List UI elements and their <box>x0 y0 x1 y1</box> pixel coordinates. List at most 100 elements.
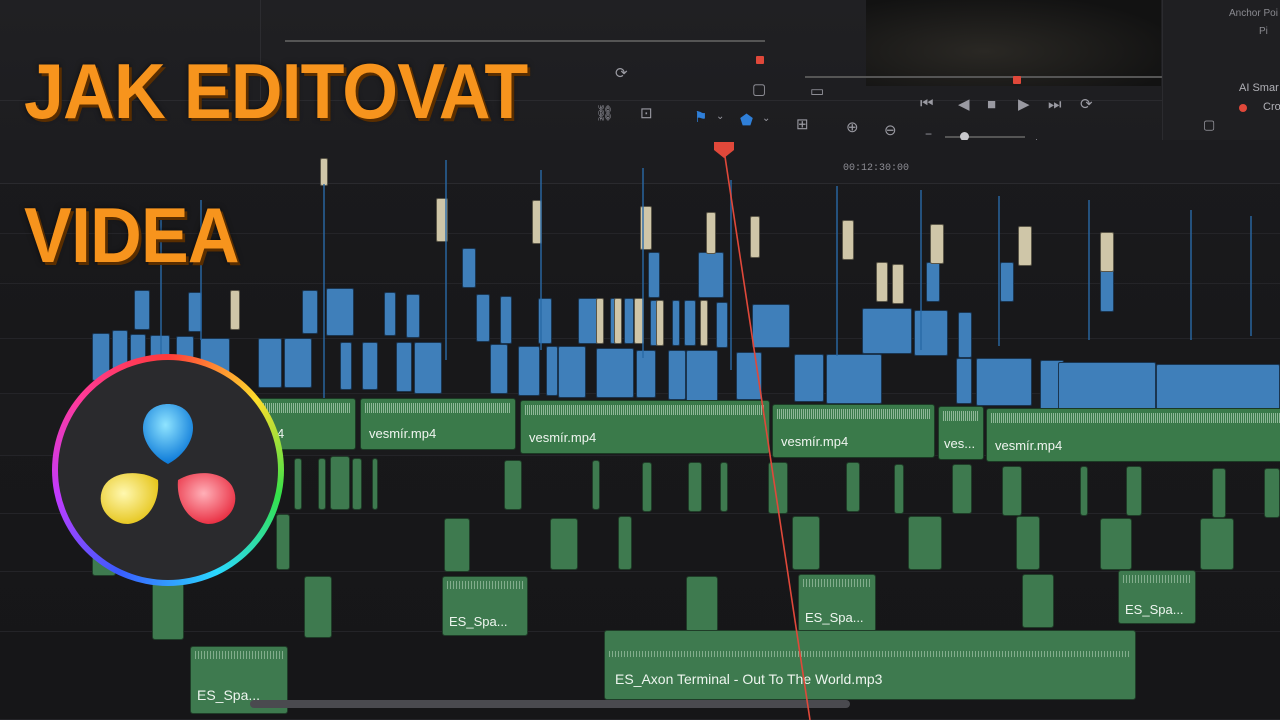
overlay-video-clip[interactable] <box>546 346 558 396</box>
adjustment-clip[interactable] <box>1250 216 1252 336</box>
minus-icon[interactable]: − <box>925 128 932 140</box>
adjustment-clip[interactable] <box>1190 210 1192 340</box>
adjustment-clip[interactable] <box>323 184 325 420</box>
overlay-video-clip[interactable] <box>648 252 660 298</box>
overlay-video-clip[interactable] <box>862 308 912 354</box>
crop-label[interactable]: Cro <box>1263 101 1280 113</box>
overlay-video-clip[interactable] <box>500 296 512 344</box>
overlay-video-clip[interactable] <box>558 346 586 398</box>
audio-sfx-clip[interactable] <box>686 576 718 632</box>
overlay-video-clip[interactable] <box>698 252 724 298</box>
adjustment-clip[interactable] <box>920 190 922 350</box>
video-clip[interactable]: vesmír.mp4 <box>772 404 935 458</box>
title-clip[interactable] <box>230 290 240 330</box>
video-clip[interactable]: vesmír.mp4 <box>360 398 516 450</box>
audio-sfx-clip[interactable] <box>1264 468 1280 518</box>
audio-sfx-clip[interactable] <box>504 460 522 510</box>
overlay-video-clip[interactable] <box>956 358 972 404</box>
audio-sfx-clip[interactable] <box>1080 466 1088 516</box>
title-clip[interactable] <box>700 300 708 346</box>
overlay-video-clip[interactable] <box>362 342 378 390</box>
loop-icon[interactable]: ⟳ <box>615 66 628 81</box>
audio-sfx-clip[interactable] <box>642 462 652 512</box>
adjustment-clip[interactable] <box>642 168 644 358</box>
play-reverse-icon[interactable]: ◀ <box>958 97 970 112</box>
audio-sfx-clip[interactable] <box>1002 466 1022 516</box>
overlay-video-clip[interactable] <box>414 342 442 394</box>
overlay-video-clip[interactable] <box>462 248 476 288</box>
video-clip[interactable]: ves... <box>938 406 984 460</box>
skip-forward-icon[interactable]: ⏭ <box>1048 97 1062 112</box>
chevron-down-icon[interactable]: ⌄ <box>716 112 724 122</box>
audio-sfx-clip[interactable] <box>1022 574 1054 628</box>
link-icon[interactable]: ⛓ <box>595 106 614 121</box>
audio-sfx-clip[interactable] <box>1016 516 1040 570</box>
audio-sfx-clip[interactable] <box>846 462 860 512</box>
audio-sfx-clip[interactable] <box>550 518 578 570</box>
overlay-video-clip[interactable] <box>826 354 882 404</box>
overlay-video-clip[interactable] <box>578 298 598 344</box>
chevron-down-icon[interactable]: ⌄ <box>762 114 770 124</box>
stop-icon[interactable]: ■ <box>987 97 996 112</box>
audio-sfx-clip[interactable] <box>1126 466 1142 516</box>
overlay-video-clip[interactable] <box>1058 362 1156 410</box>
zoom-in-icon[interactable]: ⊕ <box>846 120 859 135</box>
audio-sfx-clip[interactable] <box>352 458 362 510</box>
audio-sfx-clip[interactable] <box>768 462 788 514</box>
overlay-video-clip[interactable] <box>284 338 312 388</box>
title-clip[interactable] <box>892 264 904 304</box>
title-clip[interactable] <box>1018 226 1032 266</box>
music-clip[interactable]: ES_Axon Terminal - Out To The World.mp3 <box>604 630 1136 700</box>
audio-sfx-clip[interactable] <box>792 516 820 570</box>
marker-icon[interactable]: ⬟ <box>740 113 753 128</box>
viewer-scrubber-left[interactable] <box>285 40 765 42</box>
overlay-video-clip[interactable] <box>926 262 940 302</box>
play-icon[interactable]: ▶ <box>1018 97 1030 112</box>
audio-clip[interactable]: ES_Spa... <box>1118 570 1196 624</box>
timeline-scrollbar[interactable] <box>250 700 850 708</box>
overlay-video-clip[interactable] <box>1156 364 1280 412</box>
overlay-video-clip[interactable] <box>686 350 718 402</box>
audio-sfx-clip[interactable] <box>372 458 378 510</box>
audio-sfx-clip[interactable] <box>1100 518 1132 570</box>
audio-sfx-clip[interactable] <box>444 518 470 572</box>
viewer-playhead-left[interactable] <box>756 56 764 64</box>
title-clip[interactable] <box>656 300 664 346</box>
title-clip[interactable] <box>876 262 888 302</box>
flag-icon[interactable]: ⚑ <box>694 110 707 125</box>
viewer-playhead-right[interactable] <box>1013 76 1021 84</box>
overlay-video-clip[interactable] <box>134 290 150 330</box>
audio-sfx-clip[interactable] <box>592 460 600 510</box>
audio-sfx-clip[interactable] <box>304 576 332 638</box>
keyframe-icon[interactable]: ▢ <box>1203 118 1215 131</box>
audio-clip[interactable]: ES_Spa... <box>798 574 876 632</box>
timeline-ruler[interactable] <box>0 140 1280 184</box>
overlay-video-clip[interactable] <box>596 348 634 398</box>
title-clip[interactable] <box>596 298 604 344</box>
overlay-video-clip[interactable] <box>1000 262 1014 302</box>
audio-sfx-clip[interactable] <box>894 464 904 514</box>
adjustment-clip[interactable] <box>998 196 1000 346</box>
overlay-video-clip[interactable] <box>794 354 824 402</box>
title-clip[interactable] <box>750 216 760 258</box>
overlay-video-clip[interactable] <box>340 342 352 390</box>
title-clip[interactable] <box>614 298 622 344</box>
zoom-fit-icon[interactable]: ⊞ <box>796 117 809 132</box>
audio-sfx-clip[interactable] <box>294 458 302 510</box>
audio-sfx-clip[interactable] <box>908 516 942 570</box>
overlay-video-clip[interactable] <box>476 294 490 342</box>
lock-icon[interactable]: ⊡ <box>640 106 653 121</box>
overlay-video-clip[interactable] <box>976 358 1032 406</box>
overlay-video-clip[interactable] <box>490 344 508 394</box>
title-clip[interactable] <box>842 220 854 260</box>
overlay-video-clip[interactable] <box>958 312 972 358</box>
zoom-slider[interactable] <box>945 136 1025 138</box>
ai-smart-label[interactable]: AI Smar <box>1239 82 1279 94</box>
viewer-frame-icon[interactable]: ▢ <box>752 82 766 97</box>
overlay-video-clip[interactable] <box>668 350 686 400</box>
audio-sfx-clip[interactable] <box>1212 468 1226 518</box>
title-clip[interactable] <box>706 212 716 254</box>
audio-sfx-clip[interactable] <box>276 514 290 570</box>
overlay-video-clip[interactable] <box>672 300 680 346</box>
overlay-video-clip[interactable] <box>624 298 634 344</box>
